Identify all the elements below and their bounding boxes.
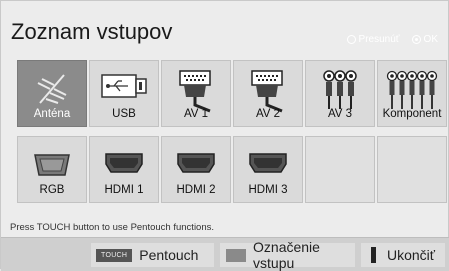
pentouch-label: Pentouch [139, 247, 199, 263]
status-text: Press TOUCH button to use Pentouch funct… [10, 222, 215, 233]
input-label: HDMI 3 [248, 184, 288, 196]
input-list-dialog: Zoznam vstupov Presunúť OK Anténa USB AV… [0, 0, 449, 271]
hdmi-icon [249, 153, 287, 173]
input-tile-component[interactable]: Komponent [377, 60, 447, 127]
input-label: RGB [39, 184, 65, 196]
empty-tile [305, 136, 375, 203]
input-tile-av1[interactable]: AV 1 [161, 60, 231, 127]
pentouch-button[interactable]: TOUCH Pentouch [91, 243, 214, 267]
hdmi-icon [177, 153, 215, 173]
rca-3-icon [323, 70, 357, 109]
exit-key-icon [371, 247, 376, 263]
input-label-button-label: Označenie vstupu [253, 239, 320, 271]
exit-button[interactable]: Ukončiť [361, 243, 445, 267]
ok-icon [411, 35, 421, 44]
antenna-icon [37, 74, 67, 104]
empty-tile [377, 136, 447, 203]
usb-icon [101, 74, 147, 98]
scart-icon [251, 70, 283, 113]
dialog-title: Zoznam vstupov [11, 19, 173, 44]
bottom-bar: TOUCH Pentouch Označenie vstupu Ukončiť [1, 237, 449, 271]
move-hint-label: Presunúť [358, 34, 400, 45]
input-label: AV 2 [255, 108, 281, 120]
input-tile-hdmi3[interactable]: HDMI 3 [233, 136, 303, 203]
input-label: AV 1 [183, 108, 209, 120]
ok-hint-label: OK [423, 34, 438, 45]
rca-5-icon [386, 70, 438, 109]
navigation-hints: Presunúť OK [346, 34, 438, 45]
input-tile-usb[interactable]: USB [89, 60, 159, 127]
scart-icon [179, 70, 211, 113]
input-label: AV 3 [327, 108, 353, 120]
vga-icon [34, 154, 70, 176]
input-tile-antenna[interactable]: Anténa [17, 60, 87, 127]
move-hint: Presunúť [346, 34, 400, 45]
input-tile-av2[interactable]: AV 2 [233, 60, 303, 127]
input-label: Anténa [33, 108, 71, 120]
ok-hint: OK [411, 34, 438, 45]
color-key-icon [226, 248, 247, 262]
input-tile-rgb[interactable]: RGB [17, 136, 87, 203]
input-tile-hdmi1[interactable]: HDMI 1 [89, 136, 159, 203]
touch-key-icon: TOUCH [96, 248, 133, 262]
hdmi-icon [105, 153, 143, 173]
input-grid: Anténa USB AV 1 AV 2 AV 3 Komponent RGB … [17, 60, 447, 204]
exit-label: Ukončiť [387, 247, 436, 263]
input-label: USB [112, 108, 136, 120]
input-tile-hdmi2[interactable]: HDMI 2 [161, 136, 231, 203]
input-tile-av3[interactable]: AV 3 [305, 60, 375, 127]
input-label: HDMI 2 [176, 184, 216, 196]
input-label-button[interactable]: Označenie vstupu [220, 239, 355, 271]
input-label: Komponent [382, 108, 442, 120]
input-label: HDMI 1 [104, 184, 144, 196]
arrows-icon [346, 35, 356, 44]
